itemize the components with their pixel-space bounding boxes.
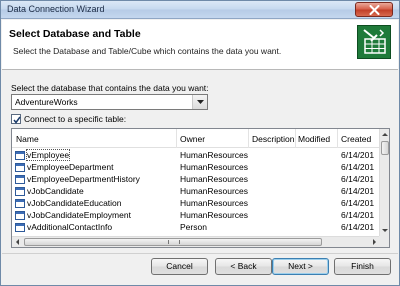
table-name: vEmployee [25,149,71,161]
close-x-icon [369,5,380,15]
table-row[interactable]: vEmployee HumanResources 6/14/201 [12,149,380,161]
table-row[interactable]: vEmployeeDepartment HumanResources 6/14/… [12,162,380,173]
column-header-owner[interactable]: Owner [180,134,205,144]
scroll-right-arrow-icon[interactable] [369,238,379,246]
scroll-down-arrow-icon[interactable] [381,225,389,235]
table-owner: Person [180,222,207,232]
next-button[interactable]: Next > [272,258,329,275]
table-name: vJobCandidate [27,186,84,196]
table-row[interactable]: vAdditionalContactInfo Person 6/14/201 [12,222,380,233]
table-name: vJobCandidateEmployment [27,210,131,220]
table-rows: vEmployee HumanResources 6/14/201 vEmplo… [12,149,380,236]
table-row[interactable]: vJobCandidateEmployment HumanResources 6… [12,210,380,221]
database-select[interactable]: AdventureWorks [11,94,208,110]
table-created: 6/14/201 [341,162,375,172]
grip-icon [168,240,180,244]
title-bar: Data Connection Wizard [1,1,399,19]
page-subtitle: Select the Database and Table/Cube which… [13,46,282,56]
vertical-scroll-thumb[interactable] [381,141,389,155]
window-title: Data Connection Wizard [7,4,105,14]
horizontal-scroll-thumb[interactable] [24,238,322,246]
checkmark-icon [13,116,21,124]
wizard-header: Select Database and Table Select the Dat… [2,20,398,70]
table-name: vJobCandidateEducation [27,198,122,208]
table-row[interactable]: vJobCandidateEducation HumanResources 6/… [12,198,380,209]
database-table-wizard-icon [357,25,391,59]
table-row[interactable]: vEmployeeDepartmentHistory HumanResource… [12,174,380,185]
table-owner: HumanResources [180,162,249,172]
scroll-up-arrow-icon[interactable] [381,130,389,140]
column-divider[interactable] [337,129,338,148]
table-created: 6/14/201 [341,186,375,196]
table-icon [15,223,25,232]
column-divider[interactable] [295,129,296,148]
table-icon [15,163,25,172]
table-name: vAdditionalContactInfo [27,222,113,232]
connect-specific-table-label: Connect to a specific table: [24,114,127,124]
page-title: Select Database and Table [9,28,141,40]
column-header-modified[interactable]: Modified [298,134,330,144]
column-divider[interactable] [176,129,177,148]
table-row[interactable]: vJobCandidate HumanResources 6/14/201 [12,186,380,197]
vertical-scrollbar[interactable] [379,129,389,236]
data-connection-wizard-window: Data Connection Wizard Select Database a… [0,0,400,286]
table-owner: HumanResources [180,150,249,160]
finish-button[interactable]: Finish [334,258,391,275]
footer-divider [2,253,398,254]
scrollbar-corner [379,236,389,247]
table-owner: HumanResources [180,210,249,220]
table-icon [15,175,25,184]
table-list-header: Name Owner Description Modified Created [12,129,380,148]
table-icon [15,151,25,160]
database-label: Select the database that contains the da… [11,83,209,93]
close-button[interactable] [355,2,393,17]
table-list[interactable]: Name Owner Description Modified Created … [11,128,390,248]
table-created: 6/14/201 [341,210,375,220]
table-icon [15,211,25,220]
back-button[interactable]: < Back [215,258,272,275]
column-header-description[interactable]: Description [252,134,295,144]
table-owner: HumanResources [180,198,249,208]
cancel-button[interactable]: Cancel [151,258,208,275]
table-created: 6/14/201 [341,222,375,232]
table-created: 6/14/201 [341,174,375,184]
chevron-down-icon[interactable] [192,95,207,109]
table-icon [15,187,25,196]
database-select-value: AdventureWorks [15,97,78,107]
column-header-created[interactable]: Created [341,134,371,144]
table-owner: HumanResources [180,186,249,196]
horizontal-scrollbar[interactable] [12,236,380,247]
table-name: vEmployeeDepartment [27,162,114,172]
connect-specific-table-checkbox[interactable] [11,114,21,124]
table-icon [15,199,25,208]
scroll-left-arrow-icon[interactable] [13,238,23,246]
table-created: 6/14/201 [341,150,375,160]
table-name: vEmployeeDepartmentHistory [27,174,140,184]
table-created: 6/14/201 [341,198,375,208]
table-owner: HumanResources [180,174,249,184]
column-header-name[interactable]: Name [16,134,39,144]
column-divider[interactable] [248,129,249,148]
